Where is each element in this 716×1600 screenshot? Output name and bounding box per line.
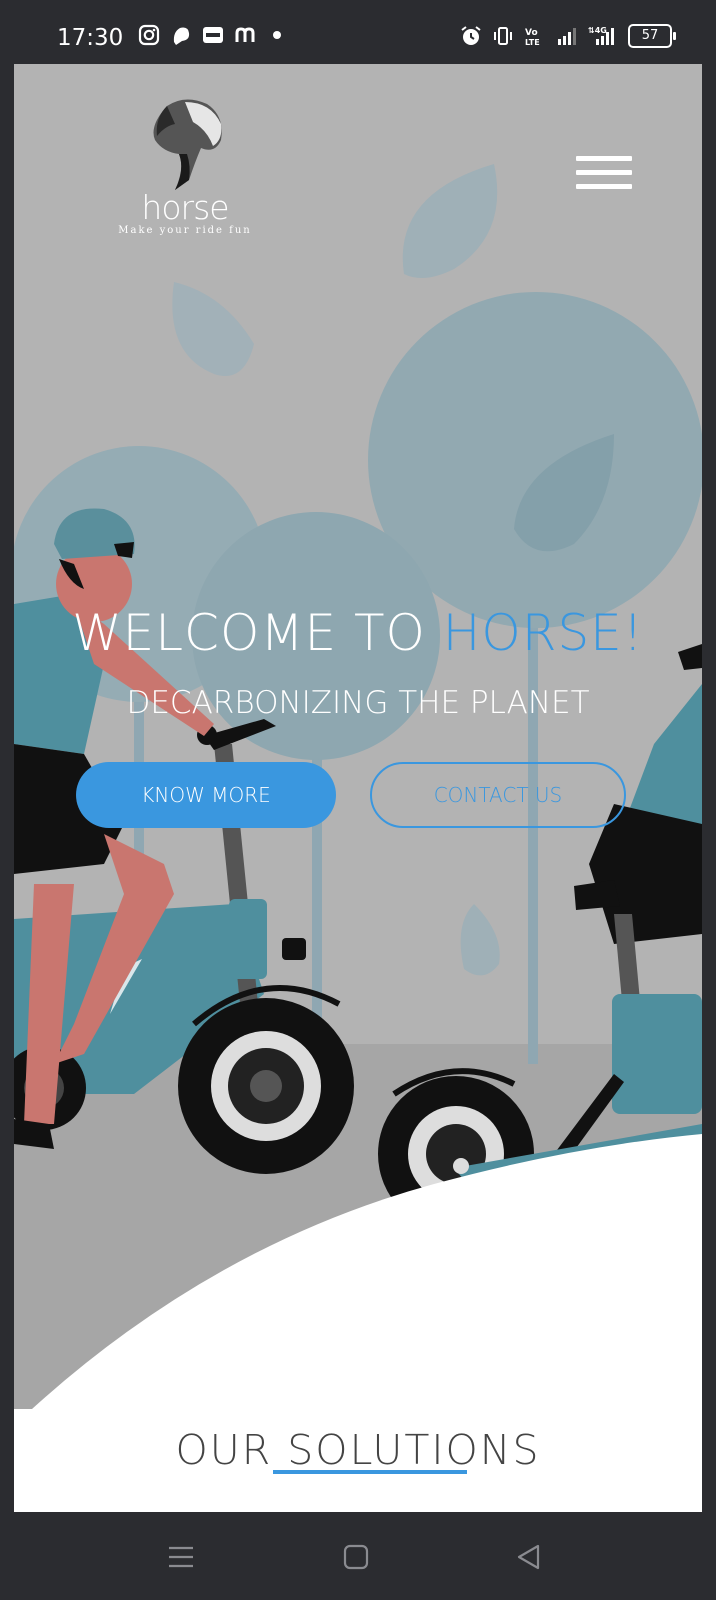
status-bar: 17:30 Vo LTE ⇅4G 57 bbox=[0, 0, 716, 64]
hero-section: horse Make your ride fun WELCOME TO HORS… bbox=[14, 64, 702, 1409]
volte-icon: VoLTE bbox=[525, 28, 540, 47]
m-app-icon bbox=[235, 27, 255, 42]
home-icon[interactable] bbox=[341, 1542, 371, 1572]
svg-text:Vo: Vo bbox=[525, 28, 538, 38]
svg-text:LTE: LTE bbox=[525, 38, 540, 47]
battery-indicator: 57 bbox=[628, 24, 676, 48]
signal-icon bbox=[558, 28, 576, 45]
solutions-heading: OUR SOLUTIONS bbox=[175, 1426, 541, 1474]
hero-title-prefix: WELCOME TO bbox=[72, 604, 443, 662]
hero-illustration bbox=[14, 164, 702, 1409]
system-navigation-bar bbox=[0, 1512, 716, 1600]
alarm-icon bbox=[461, 26, 481, 45]
paytm-icon bbox=[203, 27, 223, 43]
svg-text:⇅4G: ⇅4G bbox=[588, 26, 607, 35]
contact-us-button[interactable]: CONTACT US bbox=[370, 762, 626, 828]
back-icon[interactable] bbox=[514, 1542, 544, 1572]
dot-icon bbox=[273, 31, 281, 39]
menu-icon[interactable] bbox=[166, 1542, 196, 1572]
site-logo[interactable]: horse Make your ride fun bbox=[110, 96, 260, 236]
status-system-icons: Vo LTE ⇅4G 57 bbox=[460, 24, 676, 48]
hero-title: WELCOME TO HORSE! bbox=[14, 604, 702, 662]
logo-tagline: Make your ride fun bbox=[118, 225, 252, 236]
know-more-button[interactable]: KNOW MORE bbox=[76, 762, 336, 828]
horse-head-icon bbox=[153, 99, 222, 190]
hero-title-accent: HORSE! bbox=[442, 604, 644, 662]
vibrate-icon bbox=[494, 27, 512, 45]
instagram-icon bbox=[138, 24, 160, 46]
hamburger-menu-icon[interactable] bbox=[576, 156, 632, 194]
4g-signal-icon: ⇅4G bbox=[588, 26, 614, 45]
hero-subtitle: DECARBONIZING THE PLANET bbox=[126, 685, 590, 721]
solutions-underline bbox=[273, 1470, 467, 1474]
status-time: 17:30 bbox=[57, 25, 124, 51]
status-notification-icons bbox=[138, 24, 288, 46]
web-page: horse Make your ride fun WELCOME TO HORS… bbox=[14, 64, 702, 1512]
logo-wordmark: horse bbox=[141, 188, 229, 227]
notification-app-icon bbox=[173, 27, 190, 45]
